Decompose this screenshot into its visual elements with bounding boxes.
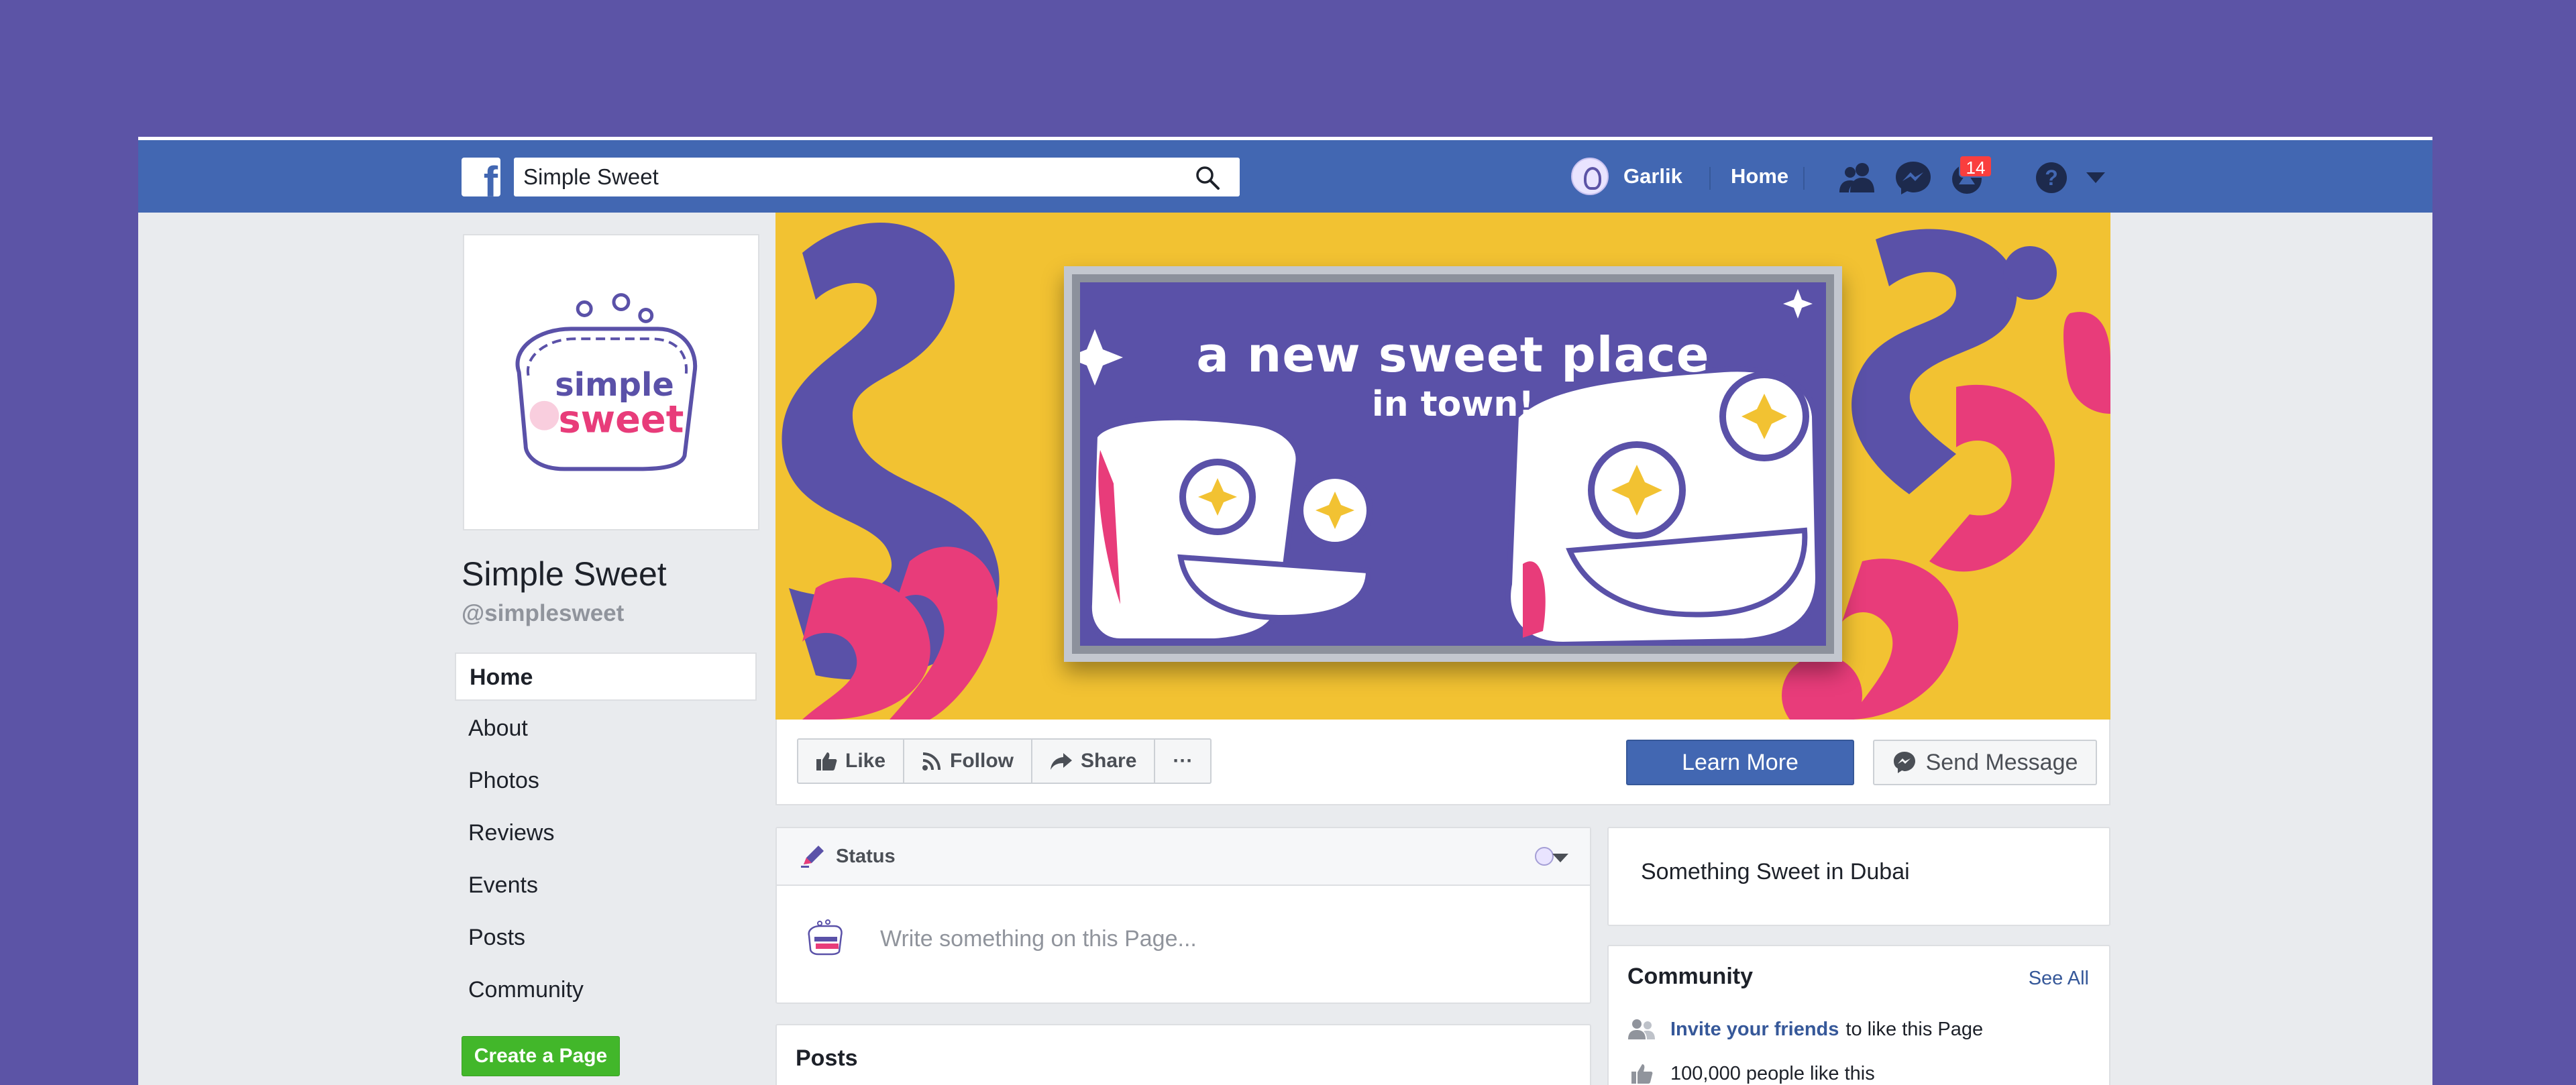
share-arrow-icon xyxy=(1051,753,1073,770)
community-card: Community See All Invite your friends to… xyxy=(1607,945,2110,1085)
profile-link[interactable]: Garlik xyxy=(1571,156,1682,196)
facebook-page-mockup: f Garlik Home 14 xyxy=(138,137,2432,1085)
page-avatar xyxy=(802,914,851,962)
community-heading: Community xyxy=(1627,964,1753,989)
create-page-button[interactable]: Create a Page xyxy=(462,1036,620,1076)
like-label: Like xyxy=(845,750,886,772)
friends-icon[interactable] xyxy=(1839,160,1877,195)
more-options-button[interactable]: ··· xyxy=(1155,740,1210,783)
learn-more-button[interactable]: Learn More xyxy=(1626,740,1854,785)
likes-count-text: 100,000 people like this xyxy=(1670,1062,1875,1084)
facebook-logo-icon[interactable]: f xyxy=(462,158,500,196)
leftnav-item-reviews[interactable]: Reviews xyxy=(455,809,757,862)
search-input[interactable] xyxy=(523,163,1167,191)
billboard-frame: a new sweet place in town! xyxy=(1064,266,1842,662)
page-description: Something Sweet in Dubai xyxy=(1641,859,1910,884)
thumbs-up-icon xyxy=(816,752,837,770)
rss-follow-icon xyxy=(922,752,941,770)
page-name[interactable]: Simple Sweet xyxy=(462,555,667,593)
leftnav-item-photos[interactable]: Photos xyxy=(455,757,757,809)
tab-status[interactable]: Status xyxy=(836,846,896,868)
see-all-link[interactable]: See All xyxy=(2029,968,2089,990)
svg-text:?: ? xyxy=(2045,166,2058,190)
leftnav-item-about[interactable]: About xyxy=(455,705,757,757)
audience-selector-avatar[interactable] xyxy=(1535,847,1554,866)
simple-sweet-logo-small xyxy=(808,919,843,956)
leftnav-item-events[interactable]: Events xyxy=(455,862,757,914)
follow-label: Follow xyxy=(950,750,1014,772)
simple-sweet-logo: simple sweet xyxy=(515,293,698,471)
search-icon[interactable] xyxy=(1194,164,1221,191)
page-about-card: Something Sweet in Dubai xyxy=(1607,827,2110,926)
messenger-icon xyxy=(1893,752,1915,773)
status-input[interactable]: Write something on this Page... xyxy=(880,926,1197,952)
leftnav-item-home[interactable]: Home xyxy=(455,652,757,701)
chevron-down-icon[interactable] xyxy=(1552,854,1568,862)
notification-count-badge: 14 xyxy=(1959,155,1992,178)
share-button[interactable]: Share xyxy=(1032,740,1156,783)
posts-heading: Posts xyxy=(796,1045,858,1071)
top-navigation-bar: f Garlik Home 14 xyxy=(138,140,2432,213)
posts-section: Posts xyxy=(775,1024,1591,1085)
invite-friends-text: to like this Page xyxy=(1845,1018,1984,1040)
poster-headline: a new sweet place xyxy=(1196,327,1710,383)
thumbs-up-icon xyxy=(1631,1064,1653,1084)
user-avatar xyxy=(1571,158,1609,195)
page-action-bar: Like Follow Share ··· Learn More Send Me… xyxy=(775,720,2110,805)
friends-icon xyxy=(1628,1019,1655,1039)
messenger-icon[interactable] xyxy=(1894,160,1932,195)
likes-count-row: 100,000 people like this xyxy=(1627,1060,1875,1085)
leftnav-item-posts[interactable]: Posts xyxy=(455,914,757,966)
leftnav-item-community[interactable]: Community xyxy=(455,966,757,1019)
invite-friends-link[interactable]: Invite your friends xyxy=(1670,1019,1839,1041)
follow-button[interactable]: Follow xyxy=(904,740,1033,783)
poster-subheadline: in town! xyxy=(1371,384,1535,424)
page-handle[interactable]: @simplesweet xyxy=(462,600,624,627)
home-link[interactable]: Home xyxy=(1731,164,1788,188)
composer-tabs: Status xyxy=(777,828,1590,886)
cover-photo[interactable]: a new sweet place in town! xyxy=(775,213,2110,720)
divider xyxy=(1803,167,1805,190)
send-message-button[interactable]: Send Message xyxy=(1873,740,2097,785)
page-profile-picture[interactable]: simple sweet xyxy=(463,234,759,530)
more-options-label: ··· xyxy=(1173,750,1193,772)
billboard-poster: a new sweet place in town! xyxy=(1080,282,1826,646)
send-message-label: Send Message xyxy=(1925,749,2078,775)
user-name: Garlik xyxy=(1623,164,1682,188)
status-composer: Status Write something on this Page... xyxy=(775,827,1591,1004)
page-left-navigation: Home About Photos Reviews Events Posts C… xyxy=(455,652,757,1019)
like-button[interactable]: Like xyxy=(798,740,905,783)
divider xyxy=(1709,167,1711,190)
share-label: Share xyxy=(1081,750,1137,772)
page-action-buttons: Like Follow Share ··· xyxy=(797,738,1212,784)
logo-word-sweet: sweet xyxy=(558,398,684,442)
help-icon[interactable]: ? xyxy=(2033,160,2070,195)
search-box xyxy=(514,158,1240,196)
chevron-down-icon[interactable] xyxy=(2086,172,2105,183)
pencil-icon xyxy=(801,846,824,868)
invite-friends-row: Invite your friends to like this Page xyxy=(1627,1016,1983,1043)
